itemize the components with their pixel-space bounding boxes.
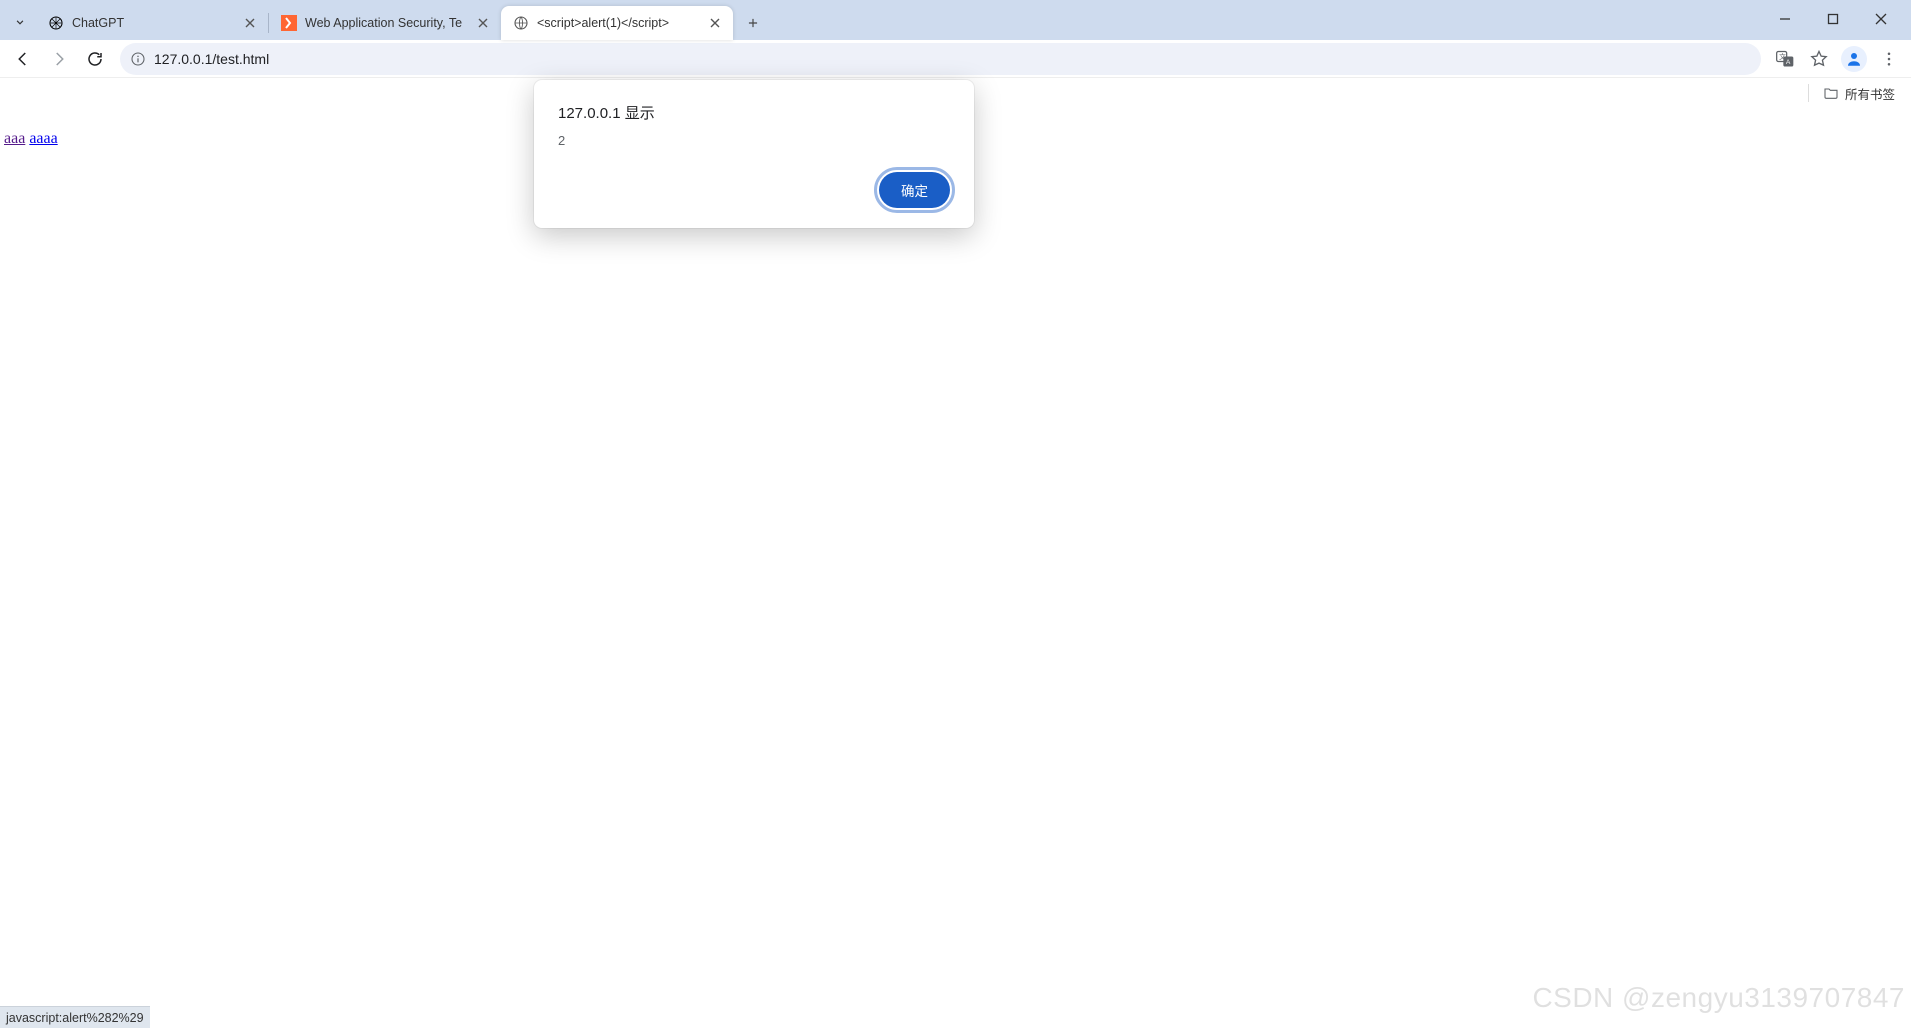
- globe-icon: [513, 15, 529, 31]
- address-bar[interactable]: 127.0.0.1/test.html: [120, 43, 1761, 75]
- profile-avatar[interactable]: [1841, 46, 1867, 72]
- close-icon: [1875, 13, 1887, 25]
- site-info-icon[interactable]: [130, 51, 146, 67]
- alert-message: 2: [558, 133, 950, 148]
- arrow-left-icon: [14, 50, 32, 68]
- status-text: javascript:alert%282%29: [6, 1011, 144, 1025]
- translate-button[interactable]: 文A: [1769, 43, 1801, 75]
- tab-title: ChatGPT: [72, 16, 234, 30]
- chatgpt-icon: [48, 15, 64, 31]
- window-close-button[interactable]: [1859, 4, 1903, 34]
- tab-webappsec[interactable]: Web Application Security, Te: [269, 6, 501, 40]
- kebab-icon: [1880, 50, 1898, 68]
- burp-icon: [281, 15, 297, 31]
- close-icon: [478, 18, 488, 28]
- translate-icon: 文A: [1775, 49, 1795, 69]
- close-icon: [710, 18, 720, 28]
- reload-button[interactable]: [78, 43, 112, 75]
- tab-strip: ChatGPT Web Application Security, Te <sc…: [0, 0, 1911, 40]
- tab-close-button[interactable]: [242, 15, 258, 31]
- chevron-down-icon: [13, 15, 27, 29]
- new-tab-button[interactable]: [739, 9, 767, 37]
- address-text: 127.0.0.1/test.html: [154, 51, 1751, 67]
- close-icon: [245, 18, 255, 28]
- window-maximize-button[interactable]: [1811, 4, 1855, 34]
- page-link-aaaa[interactable]: aaaa: [29, 130, 57, 147]
- minimize-icon: [1779, 13, 1791, 25]
- plus-icon: [746, 16, 760, 30]
- info-icon: [130, 51, 146, 67]
- arrow-right-icon: [50, 50, 68, 68]
- browser-toolbar: 127.0.0.1/test.html 文A: [0, 40, 1911, 78]
- tab-chatgpt[interactable]: ChatGPT: [36, 6, 268, 40]
- tab-title: Web Application Security, Te: [305, 16, 467, 30]
- tab-close-button[interactable]: [707, 15, 723, 31]
- bookmark-button[interactable]: [1803, 43, 1835, 75]
- svg-text:A: A: [1786, 59, 1791, 66]
- page-link-aaa[interactable]: aaa: [4, 130, 25, 147]
- all-bookmarks-label: 所有书签: [1845, 84, 1895, 103]
- maximize-icon: [1827, 13, 1839, 25]
- tab-title: <script>alert(1)</script>: [537, 16, 699, 30]
- reload-icon: [86, 50, 104, 68]
- js-alert-dialog: 127.0.0.1 显示 2 确定: [534, 80, 974, 228]
- folder-icon: [1823, 85, 1839, 101]
- forward-button[interactable]: [42, 43, 76, 75]
- star-icon: [1809, 49, 1829, 69]
- alert-ok-button[interactable]: 确定: [879, 172, 950, 208]
- page-content: aaa aaaa: [0, 108, 1911, 1006]
- tab-search-button[interactable]: [6, 8, 34, 36]
- tab-test-html[interactable]: <script>alert(1)</script>: [501, 6, 733, 40]
- tab-close-button[interactable]: [475, 15, 491, 31]
- status-bar: javascript:alert%282%29: [0, 1006, 150, 1028]
- alert-heading: 127.0.0.1 显示: [558, 102, 950, 123]
- bookmarks-separator: [1808, 84, 1809, 102]
- person-icon: [1845, 50, 1863, 68]
- back-button[interactable]: [6, 43, 40, 75]
- all-bookmarks-button[interactable]: 所有书签: [1823, 84, 1895, 103]
- window-minimize-button[interactable]: [1763, 4, 1807, 34]
- browser-menu-button[interactable]: [1873, 43, 1905, 75]
- window-controls: [1763, 4, 1903, 40]
